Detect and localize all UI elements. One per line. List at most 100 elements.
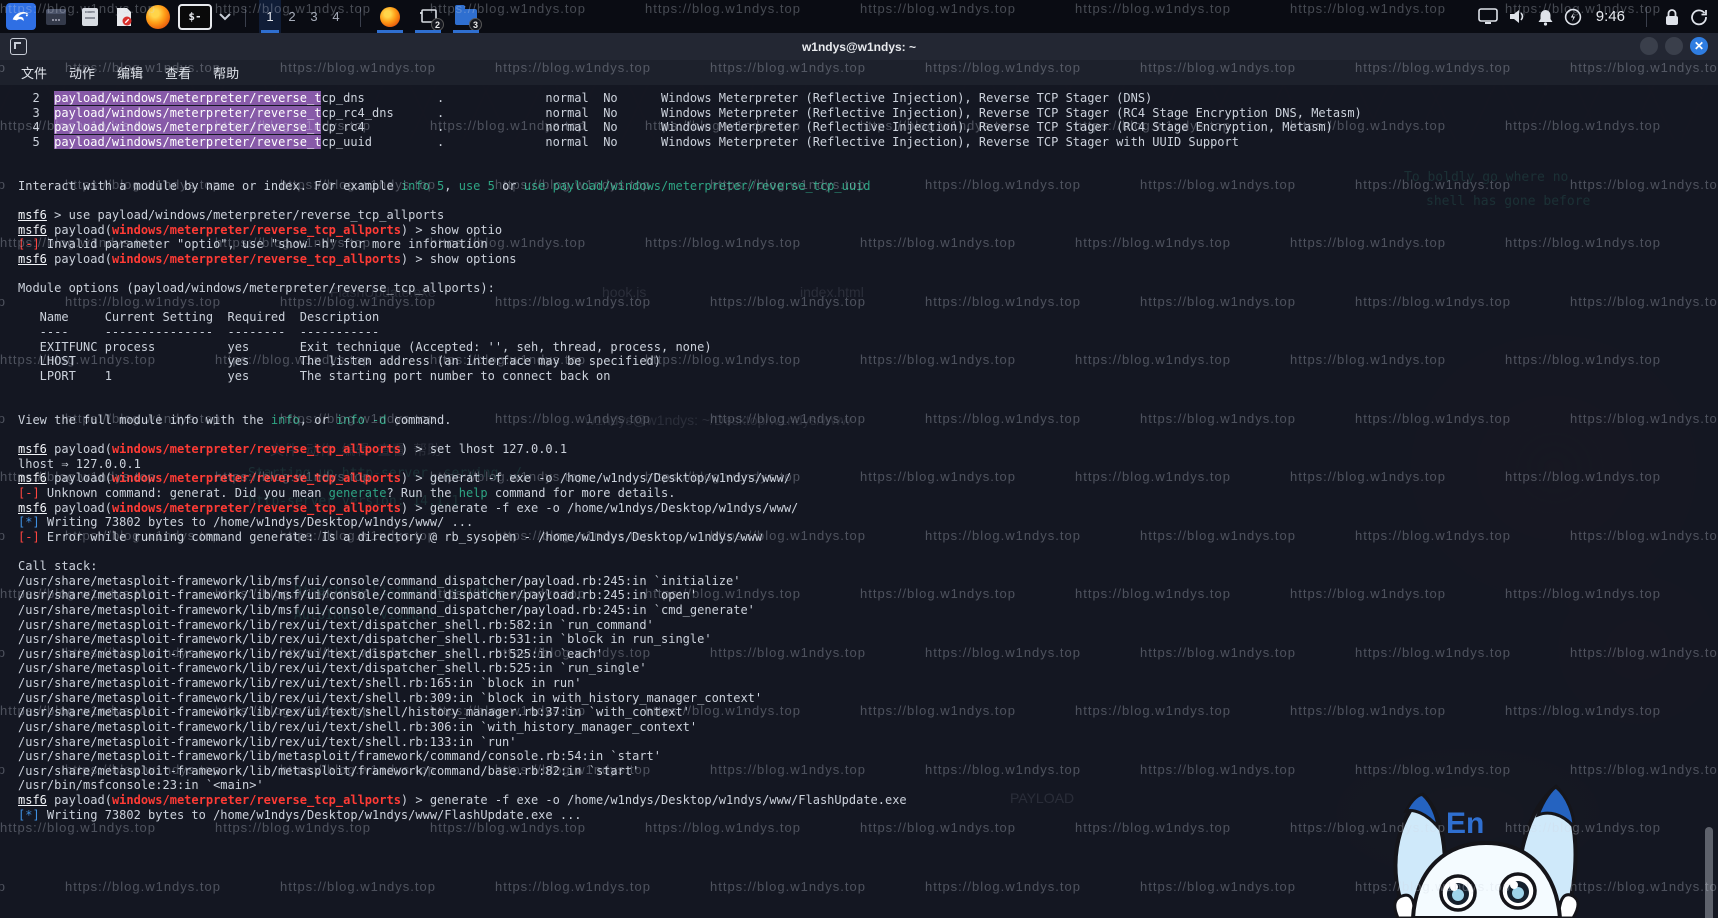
terminal-line bbox=[18, 384, 1362, 399]
text-editor-launcher[interactable] bbox=[110, 3, 138, 30]
taskbar-badge: 3 bbox=[469, 18, 482, 31]
terminal-line: /usr/share/metasploit-framework/lib/meta… bbox=[18, 749, 1362, 764]
panel-separator bbox=[245, 7, 246, 27]
workspace-3[interactable]: 3 bbox=[303, 0, 325, 33]
menu-view[interactable]: 查看 bbox=[156, 61, 200, 84]
minimize-button[interactable] bbox=[1640, 37, 1658, 55]
terminal-line bbox=[18, 296, 1362, 311]
terminal-line: msf6 payload(windows/meterpreter/reverse… bbox=[18, 252, 1362, 267]
terminal-line: msf6 payload(windows/meterpreter/reverse… bbox=[18, 501, 1362, 516]
menu-edit[interactable]: 编辑 bbox=[108, 61, 152, 84]
terminal-line: /usr/share/metasploit-framework/lib/rex/… bbox=[18, 618, 1362, 633]
ghost-text: shell has gone before bbox=[1426, 194, 1590, 209]
taskbar-item-firefox[interactable] bbox=[374, 0, 406, 33]
mascot-character: En bbox=[1368, 775, 1603, 918]
firefox-launcher[interactable] bbox=[144, 3, 172, 30]
taskbar-item-screenshot[interactable]: 2 bbox=[412, 0, 444, 33]
terminal-line: ---- --------------- -------- ----------… bbox=[18, 325, 1362, 340]
terminal-line: [-] Unknown command: generat. Did you me… bbox=[18, 486, 1362, 501]
firefox-icon bbox=[380, 7, 400, 27]
terminal-line: /usr/share/metasploit-framework/lib/msf/… bbox=[18, 588, 1362, 603]
terminal-line: [-] Error while running command generate… bbox=[18, 530, 1362, 545]
terminal-line: Interact with a module by name or index.… bbox=[18, 179, 1362, 194]
terminal-line: msf6 > use payload/windows/meterpreter/r… bbox=[18, 208, 1362, 223]
terminal-line: /usr/share/metasploit-framework/lib/rex/… bbox=[18, 691, 1362, 706]
close-button[interactable]: ✕ bbox=[1690, 37, 1708, 55]
window-app-icon bbox=[45, 7, 67, 27]
terminal-line bbox=[18, 427, 1362, 442]
terminal-line: LPORT 1 yes The starting port number to … bbox=[18, 369, 1362, 384]
workspace-1[interactable]: 1 bbox=[259, 0, 281, 33]
taskbar-item-file-manager[interactable]: 3 bbox=[450, 0, 482, 33]
taskbar-badge: 2 bbox=[431, 18, 444, 31]
terminal-line: msf6 payload(windows/meterpreter/reverse… bbox=[18, 223, 1362, 238]
terminal-line: msf6 payload(windows/meterpreter/reverse… bbox=[18, 442, 1362, 457]
top-panel: $- 1234 2 3 bbox=[0, 0, 1718, 33]
terminal-line: lhost ⇒ 127.0.0.1 bbox=[18, 457, 1362, 472]
terminal-line: Module options (payload/windows/meterpre… bbox=[18, 281, 1362, 296]
terminal-launcher[interactable]: $- bbox=[178, 4, 212, 30]
terminal-line: EXITFUNC process yes Exit technique (Acc… bbox=[18, 340, 1362, 355]
terminal-menubar: 文件 动作 编辑 查看 帮助 bbox=[0, 60, 1718, 85]
terminal-icon: $- bbox=[188, 10, 201, 23]
terminal-line: /usr/share/metasploit-framework/lib/msf/… bbox=[18, 603, 1362, 618]
terminal-line: [*] Writing 73802 bytes to /home/w1ndys/… bbox=[18, 808, 1362, 823]
terminal-line: /usr/bin/msfconsole:23:in `<main>' bbox=[18, 778, 1362, 793]
power-manager-icon[interactable] bbox=[1564, 8, 1582, 26]
terminal-line: Call stack: bbox=[18, 559, 1362, 574]
file-manager-launcher[interactable] bbox=[76, 3, 104, 30]
session-logout-icon[interactable] bbox=[1690, 8, 1708, 26]
menu-help[interactable]: 帮助 bbox=[204, 61, 248, 84]
terminal-line: [-] Invalid parameter "optio", use "show… bbox=[18, 237, 1362, 252]
terminal-line: /usr/share/metasploit-framework/lib/rex/… bbox=[18, 676, 1362, 691]
window-title: w1ndys@w1ndys: ~ bbox=[0, 40, 1718, 54]
mascot-label: En bbox=[1446, 807, 1484, 840]
terminal-line: Name Current Setting Required Descriptio… bbox=[18, 310, 1362, 325]
terminal-line: 5 payload/windows/meterpreter/reverse_tc… bbox=[18, 135, 1362, 150]
terminal-line: /usr/share/metasploit-framework/lib/rex/… bbox=[18, 647, 1362, 662]
terminal-line: 4 payload/windows/meterpreter/reverse_tc… bbox=[18, 120, 1362, 135]
terminal-line bbox=[18, 193, 1362, 208]
terminal-line: /usr/share/metasploit-framework/lib/rex/… bbox=[18, 705, 1362, 720]
terminal-text: 2 payload/windows/meterpreter/reverse_tc… bbox=[18, 91, 1362, 822]
terminal-line: /usr/share/metasploit-framework/lib/rex/… bbox=[18, 720, 1362, 735]
terminal-line bbox=[18, 150, 1362, 165]
file-cabinet-icon bbox=[80, 7, 100, 27]
terminal-line: /usr/share/metasploit-framework/lib/rex/… bbox=[18, 661, 1362, 676]
terminal-line bbox=[18, 164, 1362, 179]
clock[interactable]: 9:46 bbox=[1596, 8, 1625, 25]
show-desktop-button[interactable] bbox=[42, 3, 70, 30]
terminal-line: /usr/share/metasploit-framework/lib/rex/… bbox=[18, 632, 1362, 647]
volume-icon[interactable] bbox=[1508, 8, 1527, 25]
menu-actions[interactable]: 动作 bbox=[60, 61, 104, 84]
terminal-line: [*] Writing 73802 bytes to /home/w1ndys/… bbox=[18, 515, 1362, 530]
terminal-line: /usr/share/metasploit-framework/lib/msf/… bbox=[18, 574, 1362, 589]
terminal-line: 2 payload/windows/meterpreter/reverse_tc… bbox=[18, 91, 1362, 106]
terminal-line: View the full module info with the info,… bbox=[18, 413, 1362, 428]
terminal-line: msf6 payload(windows/meterpreter/reverse… bbox=[18, 793, 1362, 808]
chevron-down-icon[interactable] bbox=[218, 12, 232, 22]
window-titlebar[interactable]: w1ndys@w1ndys: ~ ✕ bbox=[0, 33, 1718, 60]
document-icon bbox=[114, 7, 134, 27]
notifications-bell-icon[interactable] bbox=[1537, 8, 1554, 26]
terminal-line: LHOST yes The listen address (an interfa… bbox=[18, 354, 1362, 369]
panel-separator bbox=[360, 7, 361, 27]
terminal-line bbox=[18, 267, 1362, 282]
terminal-line bbox=[18, 398, 1362, 413]
workspace-2[interactable]: 2 bbox=[281, 0, 303, 33]
lock-screen-icon[interactable] bbox=[1664, 8, 1680, 26]
applications-menu-button[interactable] bbox=[6, 3, 36, 30]
terminal-line bbox=[18, 544, 1362, 559]
terminal-line: msf6 payload(windows/meterpreter/reverse… bbox=[18, 471, 1362, 486]
menu-file[interactable]: 文件 bbox=[12, 61, 56, 84]
ghost-text: To boldly go where no bbox=[1404, 170, 1568, 185]
workspace-4[interactable]: 4 bbox=[325, 0, 347, 33]
display-icon[interactable] bbox=[1478, 8, 1498, 25]
panel-separator bbox=[1646, 7, 1647, 27]
maximize-button[interactable] bbox=[1665, 37, 1683, 55]
terminal-scrollbar[interactable] bbox=[1705, 827, 1713, 918]
terminal-line: /usr/share/metasploit-framework/lib/meta… bbox=[18, 764, 1362, 779]
kali-dragon-icon bbox=[11, 7, 31, 27]
desktop: w1ndys@w1ndys: ~ ✕ 文件 动作 编辑 查看 帮助 www - … bbox=[0, 0, 1718, 918]
terminal-line: /usr/share/metasploit-framework/lib/rex/… bbox=[18, 735, 1362, 750]
